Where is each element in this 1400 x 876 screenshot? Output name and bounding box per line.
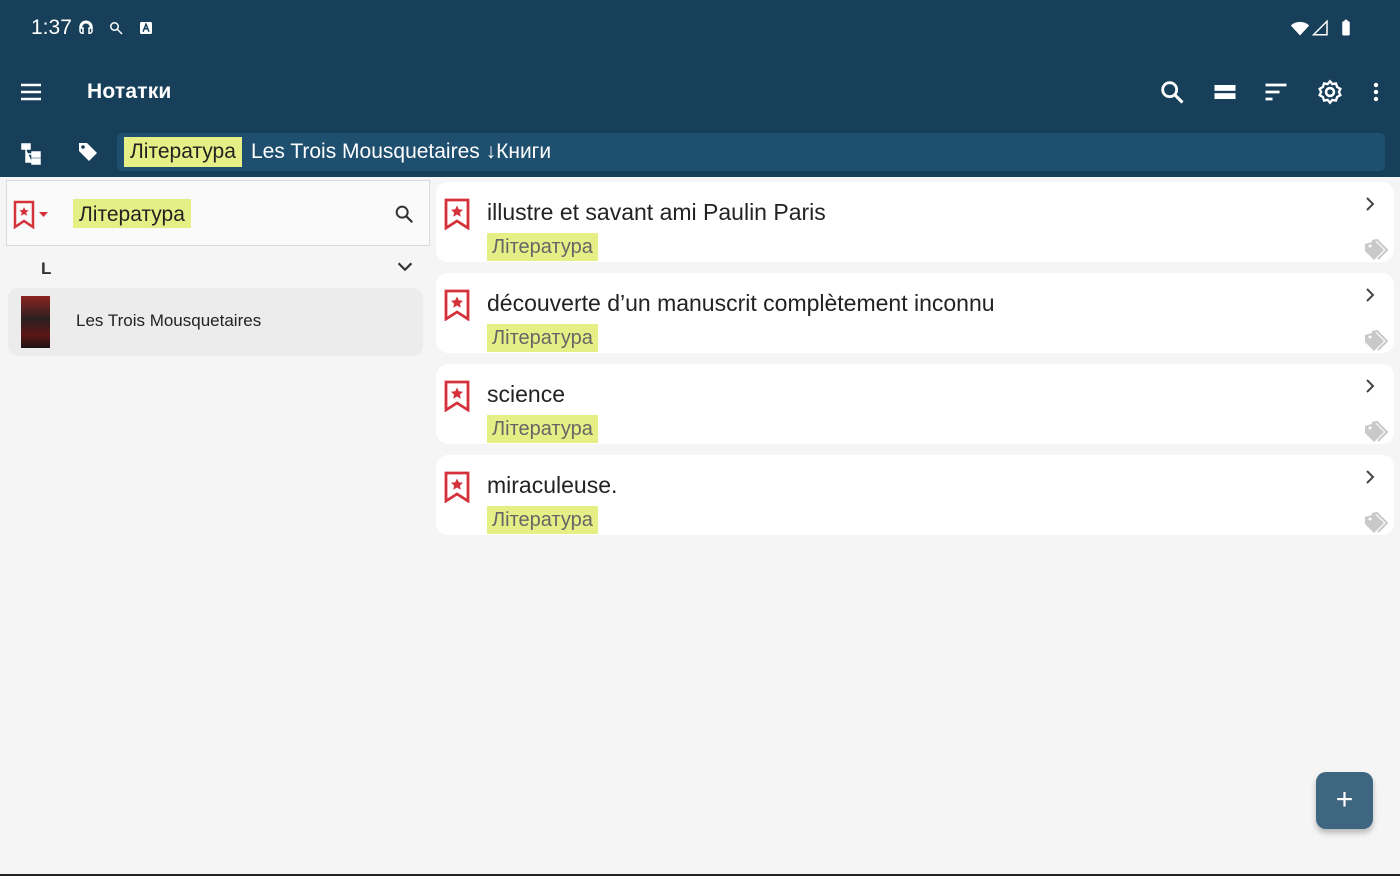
note-card[interactable]: découverte d’un manuscrit complètement i…: [436, 273, 1394, 353]
page-title: Нотатки: [87, 80, 172, 103]
status-time: 1:37: [31, 16, 72, 39]
note-card[interactable]: science Література: [436, 364, 1394, 444]
search-icon[interactable]: [1158, 78, 1186, 106]
filter-bar: Література Les Trois Mousquetaires ↓Книг…: [0, 128, 1400, 177]
chevron-right-icon[interactable]: [1361, 285, 1379, 305]
search-input[interactable]: Література: [73, 199, 191, 228]
section-letter: L: [41, 259, 52, 278]
cell-signal-icon: [1312, 19, 1328, 36]
bookmark-icon: [444, 198, 470, 230]
chevron-right-icon[interactable]: [1361, 467, 1379, 487]
label-icon[interactable]: [1363, 329, 1389, 353]
filter-context: Les Trois Mousquetaires ↓Книги: [251, 140, 552, 163]
left-search-card: Література: [6, 180, 430, 246]
view-list-icon[interactable]: [1211, 78, 1239, 106]
label-icon[interactable]: [1363, 420, 1389, 444]
battery-icon: [1342, 19, 1350, 36]
note-title: science: [487, 381, 565, 407]
chevron-down-icon[interactable]: [394, 256, 416, 278]
bookmark-icon: [444, 289, 470, 321]
note-title: miraculeuse.: [487, 472, 618, 498]
note-tag: Література: [487, 324, 598, 352]
chevron-right-icon[interactable]: [1361, 194, 1379, 214]
wifi-icon: [1290, 21, 1310, 36]
note-tag: Література: [487, 233, 598, 261]
book-list-item[interactable]: Les Trois Mousquetaires: [8, 288, 423, 356]
more-vert-icon[interactable]: [1364, 78, 1388, 106]
sparkle-search-icon: [110, 22, 123, 35]
note-tag: Література: [487, 506, 598, 534]
tags-icon[interactable]: [75, 140, 101, 164]
bookmark-icon: [444, 380, 470, 412]
label-icon[interactable]: [1363, 238, 1389, 262]
note-card[interactable]: miraculeuse. Література: [436, 455, 1394, 535]
note-title: illustre et savant ami Paulin Paris: [487, 199, 826, 225]
menu-icon[interactable]: [19, 80, 43, 104]
add-note-button[interactable]: +: [1316, 772, 1373, 829]
app-bar: Нотатки: [0, 56, 1400, 128]
settings-icon[interactable]: [1316, 78, 1344, 106]
search-icon[interactable]: [393, 203, 415, 225]
note-card[interactable]: illustre et savant ami Paulin Paris Літер…: [436, 182, 1394, 262]
book-title: Les Trois Mousquetaires: [76, 311, 262, 330]
status-bar: 1:37: [0, 0, 1400, 56]
chevron-right-icon[interactable]: [1361, 376, 1379, 396]
book-cover-image: [21, 296, 50, 348]
note-title: découverte d’un manuscrit complètement i…: [487, 290, 995, 316]
filter-highlight-tag: Література: [124, 137, 242, 167]
label-icon[interactable]: [1363, 511, 1389, 535]
bookmark-filter-icon[interactable]: [13, 200, 53, 230]
sort-icon[interactable]: [1262, 78, 1290, 106]
bookmark-icon: [444, 471, 470, 503]
app-a-icon: [140, 22, 152, 34]
note-tag: Література: [487, 415, 598, 443]
headset-icon: [79, 20, 93, 34]
hierarchy-icon[interactable]: [19, 141, 45, 165]
